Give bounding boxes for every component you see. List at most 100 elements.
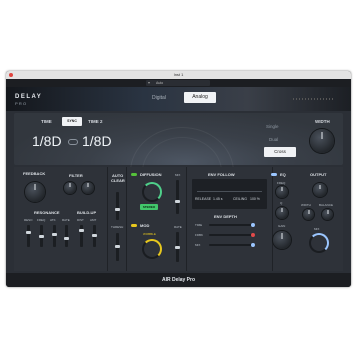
eq-q-knob[interactable] [276,207,288,219]
fader-cap[interactable] [52,233,57,236]
diffusion-toggle[interactable] [131,173,137,176]
eq-toggle[interactable] [271,173,277,176]
width-knob[interactable] [310,129,334,153]
mod-toggle[interactable] [131,224,137,227]
diffusion-mix-fader[interactable] [175,180,180,214]
diffusion-label: DIFFUSION [140,172,162,177]
output-width-label: WIDTH [301,203,311,207]
output-balance-knob[interactable] [322,209,333,220]
divider [107,167,108,271]
knob-indicator [327,210,328,214]
mode-analog-tab[interactable]: Analog [184,92,216,103]
time-label: TIME [41,119,52,124]
output-mix-label: MIX [314,227,320,231]
fader-cap[interactable] [92,234,97,237]
divider [126,167,127,271]
fader-cap[interactable] [79,229,84,232]
env-target-fdbk: FDBK [195,233,204,237]
width-label: WIDTH [315,119,330,124]
fader-label-dist: DIST [77,218,84,222]
env-depth-label: ENV DEPTH [214,214,237,219]
env-graph [197,182,262,192]
fader-label-atk: ATK [50,218,56,222]
header-meter [293,98,333,100]
atk-fader[interactable] [52,225,57,247]
ceiling-label: CEILING [233,197,248,201]
fader-cap[interactable] [115,245,120,248]
diffusion-mix-label: MIX [175,173,181,177]
lower-panel: FEEDBACK FILTER RESONANCE BUILD-UP RESO … [14,167,343,271]
fader-cap[interactable] [175,246,180,249]
freq-fader[interactable] [39,225,44,247]
wobble-label: WOBBLE [143,232,156,236]
divider [186,167,187,271]
knob-indicator [87,183,89,188]
knob-indicator [69,183,71,188]
fader-cap[interactable] [39,235,44,238]
time2-label: TIME 2 [88,119,103,124]
mode-digital-tab[interactable]: Digital [152,95,166,101]
env-mix-slider[interactable] [209,243,255,247]
fader-cap[interactable] [26,231,31,234]
dist-fader[interactable] [79,225,84,247]
eq-freq-knob[interactable] [276,186,288,198]
diffusion-stereo-button[interactable]: STEREO [140,204,158,210]
filter-low-knob[interactable] [64,182,76,194]
resonance-label: RESONANCE [34,210,60,215]
knob-indicator [281,187,283,192]
knob-indicator [308,210,309,214]
slider-thumb[interactable] [251,243,255,247]
ceiling-value[interactable]: 100 % [250,197,260,201]
auto-clear-fader[interactable] [115,192,120,220]
link-icon[interactable] [68,139,78,145]
env-follow-label: ENV FOLLOW [208,172,235,177]
plugin-name: AIR Delay Pro [161,277,196,283]
eq-label: EQ [280,172,286,177]
amt-fader[interactable] [92,225,97,247]
reso-fader[interactable] [26,225,31,247]
logo: DELAY [15,94,43,100]
knob-indicator [281,208,283,213]
buildup-label: BUILD-UP [77,210,97,215]
stereo-mode-cross[interactable]: Cross [264,147,296,157]
output-mix-knob[interactable] [309,233,329,253]
output-gain-knob[interactable] [313,183,327,197]
slider-thumb[interactable] [251,233,255,237]
feedback-knob[interactable] [25,182,45,202]
env-time-slider[interactable] [209,223,255,227]
release-value[interactable]: 1.45 s [213,197,223,201]
stereo-mode-dual[interactable]: Dual [269,137,278,142]
fader-cap[interactable] [64,237,69,240]
fader-label-reso: RESO [24,218,33,222]
eq-q-label: Q [280,201,283,205]
eq-gain-knob[interactable] [273,231,291,249]
release-label: RELEASE [195,197,212,201]
time2-value[interactable]: 1/8D [82,133,112,149]
mod-rate-fader[interactable] [175,232,180,262]
knob-indicator [319,184,321,189]
time-panel: TIME SYNC TIME 2 1/8D 1/8D Single Dual C… [14,113,343,217]
mod-rate-label: RATE [174,225,182,229]
sync-button[interactable]: SYNC [62,117,82,126]
logo-subtitle: PRO [15,101,28,106]
thresh-fader[interactable] [115,233,120,261]
plugin-window: Inst 1 ▾ Auto DELAY PRO Digital Analog T… [6,71,351,287]
fader-cap[interactable] [175,200,180,203]
knob-indicator [321,131,323,140]
rate-fader[interactable] [64,225,69,247]
filter-high-knob[interactable] [82,182,94,194]
diffusion-knob[interactable] [142,182,162,202]
eq-gain-label: GAIN [278,224,286,228]
env-follow-display [192,179,267,209]
env-fdbk-slider[interactable] [209,233,255,237]
slider-thumb[interactable] [251,223,255,227]
fader-cap[interactable] [115,208,120,211]
auto-clear-label-2: CLEAR [111,178,125,183]
knob-indicator [34,184,36,191]
time-value[interactable]: 1/8D [32,133,62,149]
preset-dropdown[interactable]: ▾ Auto [146,80,210,86]
stereo-mode-single[interactable]: Single [266,124,279,129]
output-width-knob[interactable] [303,209,314,220]
mod-depth-knob[interactable] [142,239,162,259]
chevron-down-icon: ▾ [148,80,151,85]
